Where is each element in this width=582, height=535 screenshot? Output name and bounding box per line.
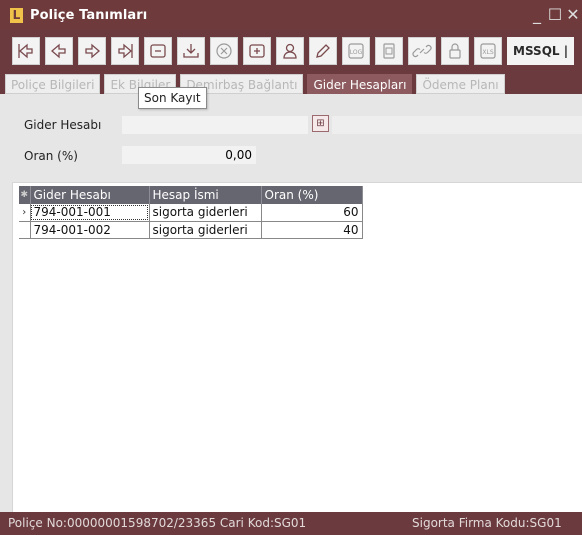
app-logo-icon: L: [10, 7, 23, 23]
xls-icon: XLS: [480, 43, 496, 59]
next-record-button[interactable]: [78, 37, 106, 65]
add-icon: [249, 44, 265, 58]
cell-gider-hesabi[interactable]: 794-001-002: [30, 221, 150, 239]
minimize-button[interactable]: _: [528, 3, 546, 27]
row-indicator: ›: [19, 204, 31, 222]
grid-table: ✱ Gider Hesabı Hesap İsmi Oran (%) › 794…: [19, 186, 363, 239]
row-indicator: [19, 221, 31, 239]
last-record-button[interactable]: [111, 37, 139, 65]
edit-icon: [316, 44, 330, 58]
previous-record-button[interactable]: [45, 37, 73, 65]
table-row[interactable]: › 794-001-001 sigorta giderleri 60: [19, 204, 363, 222]
link-icon: [412, 44, 432, 58]
grid-indicator-header: ✱: [19, 186, 31, 204]
log-button[interactable]: LOG: [342, 37, 370, 65]
svg-text:LOG: LOG: [350, 49, 363, 56]
window-controls: _ ☐ ✕: [528, 0, 582, 30]
toolbar: LOG XLS MSSQL |: [0, 30, 582, 72]
cancel-icon: [216, 43, 232, 59]
previous-record-icon: [51, 43, 66, 59]
cell-oran[interactable]: 40: [261, 221, 363, 239]
status-insurer-code: Sigorta Firma Kodu:SG01: [412, 516, 562, 530]
user-button[interactable]: [276, 37, 304, 65]
list-button[interactable]: [144, 37, 172, 65]
tooltip: Son Kayıt: [138, 87, 207, 109]
tab-police-bilgileri[interactable]: Poliçe Bilgileri: [5, 74, 101, 94]
svg-text:XLS: XLS: [482, 49, 493, 56]
table-row[interactable]: 794-001-002 sigorta giderleri 40: [19, 221, 363, 239]
oran-input[interactable]: [122, 146, 256, 164]
document-icon: [383, 43, 395, 59]
lock-icon: [449, 43, 461, 59]
column-gider-hesabi[interactable]: Gider Hesabı: [30, 186, 150, 204]
add-button[interactable]: [243, 37, 271, 65]
close-button[interactable]: ✕: [564, 3, 582, 27]
lock-button[interactable]: [441, 37, 469, 65]
first-record-button[interactable]: [12, 37, 40, 65]
grid-header-row: ✱ Gider Hesabı Hesap İsmi Oran (%): [19, 186, 363, 204]
window-title: Poliçe Tanımları: [30, 7, 148, 23]
database-label: MSSQL |: [507, 37, 575, 65]
log-icon: LOG: [348, 43, 364, 59]
edit-button[interactable]: [309, 37, 337, 65]
status-policy-info: Poliçe No:00000001598702/23365 Cari Kod:…: [8, 516, 307, 530]
cell-hesap-ismi[interactable]: sigorta giderleri: [149, 221, 262, 239]
user-icon: [283, 43, 297, 59]
download-button[interactable]: [177, 37, 205, 65]
next-record-icon: [85, 43, 100, 59]
oran-label: Oran (%): [24, 149, 78, 163]
cell-gider-hesabi[interactable]: 794-001-001: [30, 204, 150, 222]
link-button[interactable]: [408, 37, 436, 65]
form-area: Gider Hesabı ⊞ Oran (%): [0, 94, 582, 182]
tab-gider-hesaplari[interactable]: Gider Hesapları: [307, 74, 413, 94]
document-button[interactable]: [375, 37, 403, 65]
tab-odeme-plani[interactable]: Ödeme Planı: [416, 74, 505, 94]
expense-accounts-grid[interactable]: ✱ Gider Hesabı Hesap İsmi Oran (%) › 794…: [12, 182, 582, 512]
status-bar: Poliçe No:00000001598702/23365 Cari Kod:…: [0, 512, 582, 535]
tab-strip: Poliçe Bilgileri Ek Bilgiler Demirbaş Ba…: [0, 72, 582, 94]
cancel-button[interactable]: [210, 37, 238, 65]
maximize-button[interactable]: ☐: [546, 3, 564, 27]
gider-hesabi-label: Gider Hesabı: [24, 118, 102, 132]
download-icon: [183, 44, 199, 58]
column-oran[interactable]: Oran (%): [261, 186, 363, 204]
cell-hesap-ismi[interactable]: sigorta giderleri: [149, 204, 262, 222]
policy-definitions-window: L Poliçe Tanımları _ ☐ ✕ LOG XLS MSSQL |…: [0, 0, 582, 535]
column-hesap-ismi[interactable]: Hesap İsmi: [149, 186, 262, 204]
title-bar[interactable]: L Poliçe Tanımları _ ☐ ✕: [0, 0, 582, 30]
first-record-icon: [18, 43, 33, 59]
xls-button[interactable]: XLS: [474, 37, 502, 65]
list-icon: [150, 44, 166, 58]
lookup-icon: ⊞: [316, 118, 325, 129]
cell-oran[interactable]: 60: [261, 204, 363, 222]
account-description-field: [332, 116, 582, 134]
gider-hesabi-input[interactable]: [122, 116, 308, 134]
last-record-icon: [118, 43, 133, 59]
lookup-button[interactable]: ⊞: [312, 115, 329, 132]
